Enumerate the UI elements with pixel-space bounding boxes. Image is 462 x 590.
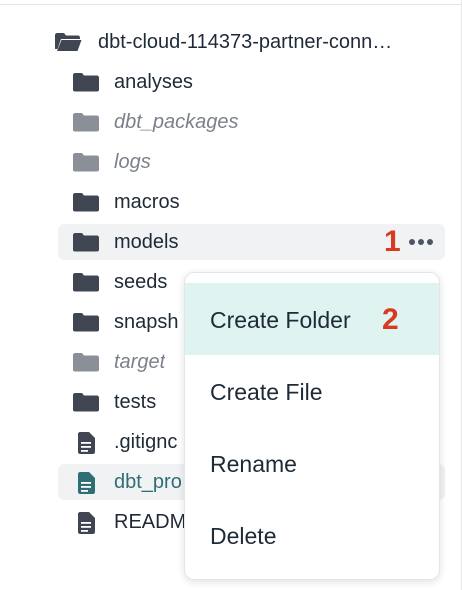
tree-item-label: dbt_pro [114,471,182,493]
tree-item-label: analyses [114,71,193,93]
tree-item-label: target [114,351,166,373]
tree-item-label: seeds [114,271,168,293]
folder-icon [73,113,99,132]
tree-item-label: READM [114,511,187,533]
annotation-step-2: 2 [382,303,399,336]
more-horizontal-icon[interactable] [405,232,437,252]
tree-item-macros[interactable]: macros [58,184,445,220]
folder-icon [73,193,99,212]
tree-item-dbt-packages[interactable]: dbt_packages [58,104,445,140]
folder-icon [73,393,99,412]
menu-item-label: Delete [210,523,277,549]
tree-item-analyses[interactable]: analyses [58,64,445,100]
tree-root-label: dbt-cloud-114373-partner-conn… [98,31,393,53]
menu-item-rename[interactable]: Rename [185,427,439,499]
file-icon [78,432,95,454]
tree-item-label: dbt_packages [114,111,239,133]
menu-item-create-file[interactable]: Create File [185,355,439,427]
folder-icon [73,153,99,172]
folder-icon [73,233,99,252]
panel-top-border [0,0,462,5]
menu-item-create-folder[interactable]: Create Folder [185,283,439,355]
context-menu: Create Folder Create File Rename Delete [184,272,440,580]
folder-icon [73,73,99,92]
folder-icon [73,273,99,292]
tree-item-label: macros [114,191,180,213]
folder-icon [73,313,99,332]
tree-item-logs[interactable]: logs [58,144,445,180]
folder-open-icon [55,33,82,51]
tree-item-label: tests [114,391,157,413]
file-icon [78,472,95,494]
menu-item-label: Rename [210,451,297,477]
tree-item-label: .gitignc [114,431,178,453]
tree-root-folder[interactable]: dbt-cloud-114373-partner-conn… [42,24,452,60]
tree-item-label: snapsh [114,311,179,333]
tree-item-label: logs [114,151,151,173]
tree-item-label: models [114,231,179,253]
folder-icon [73,353,99,372]
menu-item-label: Create File [210,379,323,405]
menu-item-delete[interactable]: Delete [185,499,439,571]
file-explorer-panel: dbt-cloud-114373-partner-conn… analyses … [0,0,462,590]
annotation-step-1: 1 [384,225,401,258]
file-icon [78,512,95,534]
menu-item-label: Create Folder [210,307,351,333]
